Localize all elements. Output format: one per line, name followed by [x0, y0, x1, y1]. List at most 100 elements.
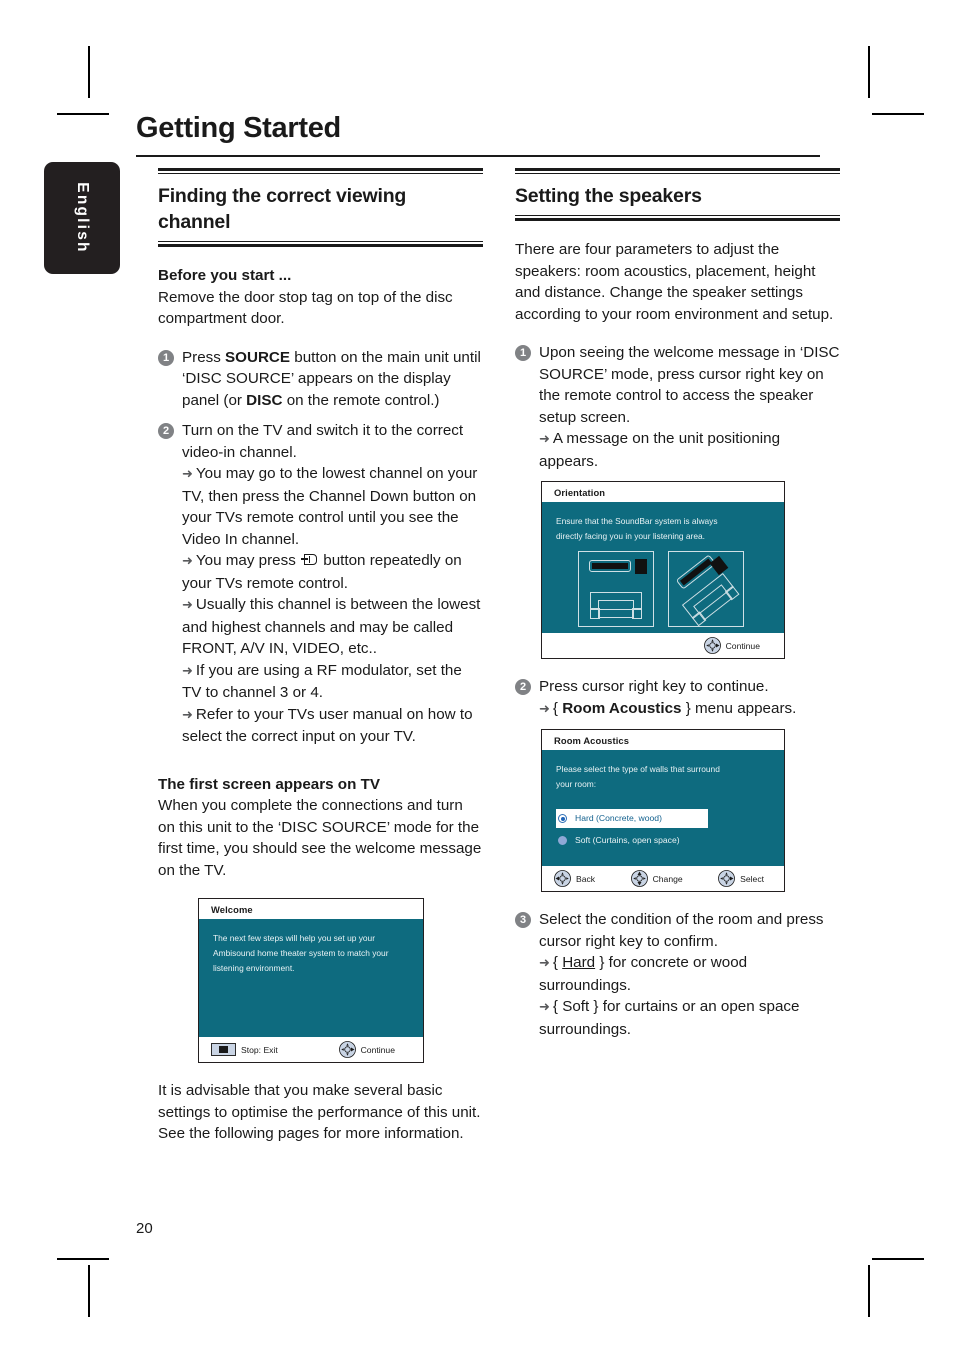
step-number-badge: 1: [158, 349, 174, 366]
dpad-left-icon: [554, 870, 571, 887]
arrow-bullet-icon: ➜: [539, 701, 550, 717]
page-number: 20: [136, 1220, 153, 1237]
crop-mark-top-left-v: [88, 46, 90, 98]
left-step-2: 2 Turn on the TV and switch it to the co…: [158, 420, 483, 748]
stop-icon: [211, 1043, 236, 1056]
left-section-heading: Finding the correct viewing channel: [158, 185, 407, 233]
select-label: Select: [740, 873, 765, 884]
orientation-diagram-straight: [578, 551, 654, 627]
dpad-right-icon: [718, 870, 736, 887]
right-step-2-bullet-pre: {: [552, 699, 563, 717]
soundbar-shape: [589, 560, 631, 572]
crop-mark-top-left-h: [57, 113, 109, 115]
step-number-badge: 3: [515, 912, 531, 928]
arrow-bullet-icon: ➜: [539, 956, 550, 971]
option-hard[interactable]: Hard (Concrete, wood): [556, 809, 708, 828]
section-rule-bottom-right: [515, 215, 840, 221]
tv-block-shape: [635, 559, 647, 574]
arrow-bullet-icon: ➜: [182, 598, 193, 613]
section-rule-top-right: [515, 168, 840, 174]
arrow-bullet-icon: ➜: [182, 663, 193, 679]
title-divider: [136, 155, 820, 157]
orientation-screen-title: Orientation: [542, 482, 784, 502]
section-rule-bottom-left: [158, 241, 483, 247]
first-screen-text: When you complete the connections and tu…: [158, 797, 482, 879]
option-hard-label: Hard (Concrete, wood): [575, 813, 662, 823]
crop-mark-bottom-right-v: [868, 1265, 870, 1317]
stop-exit-action[interactable]: Stop: Exit: [211, 1043, 278, 1056]
change-label: Change: [652, 873, 683, 884]
language-tab-label: English: [74, 182, 91, 254]
hard-keyword: Hard: [562, 954, 596, 971]
option-soft[interactable]: Soft (Curtains, open space): [556, 831, 708, 850]
continue-action[interactable]: Continue: [338, 1041, 395, 1058]
welcome-line-2: Ambisound home theater system to match y…: [213, 948, 389, 958]
right-section-heading: Setting the speakers: [515, 185, 702, 207]
arrow-bullet-icon: ➜: [539, 432, 550, 447]
left-step-1-part-a: Press: [182, 348, 226, 366]
arrow-bullet-icon: ➜: [182, 554, 193, 569]
right-column: Setting the speakers There are four para…: [515, 168, 840, 1040]
left-step-1-part-c: on the remote control.): [282, 391, 440, 409]
welcome-line-3: listening environment.: [213, 963, 295, 973]
before-you-start-heading: Before you start ...: [158, 267, 292, 284]
back-action[interactable]: Back: [554, 870, 595, 887]
before-you-start-text: Remove the door stop tag on top of the d…: [158, 288, 453, 328]
step-number-badge: 2: [158, 423, 174, 439]
room-acoustics-screen-body: Please select the type of walls that sur…: [542, 750, 784, 866]
welcome-line-1: The next few steps will help you set up …: [213, 933, 375, 943]
left-step-2-bullet-2-pre: You may press: [195, 552, 301, 569]
orientation-line-1: Ensure that the SoundBar system is alway…: [556, 516, 718, 526]
right-step-3-soft: { Soft } for curtains or an open space s…: [539, 998, 800, 1038]
aux-input-icon: [301, 554, 318, 566]
right-intro-text: There are four parameters to adjust the …: [515, 241, 834, 323]
change-action[interactable]: Change: [630, 870, 683, 887]
crop-mark-top-right-h: [872, 113, 924, 115]
right-step-3-text: Select the condition of the room and pre…: [539, 911, 824, 950]
crop-mark-top-right-v: [868, 46, 870, 98]
orientation-screen-body: Ensure that the SoundBar system is alway…: [542, 502, 784, 633]
back-label: Back: [576, 873, 596, 884]
room-acoustics-line-2: your room:: [556, 779, 597, 789]
welcome-screen-body: The next few steps will help you set up …: [199, 919, 423, 1037]
left-closing-text: It is advisable that you make several ba…: [158, 1082, 481, 1142]
room-acoustics-screen-footer: Back Change Select: [542, 866, 784, 891]
arrow-bullet-icon: ➜: [539, 1000, 550, 1015]
first-screen-heading: The first screen appears on TV: [158, 775, 380, 793]
orientation-screen-footer: Continue: [542, 633, 784, 658]
dpad-right-icon: [703, 637, 721, 654]
radio-unselected-icon: [558, 836, 567, 845]
arrow-bullet-icon: ➜: [182, 467, 193, 482]
step-number-badge: 2: [515, 679, 531, 695]
room-acoustics-screen-title: Room Acoustics: [542, 730, 784, 750]
source-button-keyword: SOURCE: [225, 348, 291, 366]
select-action[interactable]: Select: [718, 870, 764, 887]
welcome-screen-mockup: Welcome The next few steps will help you…: [198, 898, 424, 1063]
right-step-1-text: Upon seeing the welcome message in ‘DISC…: [539, 344, 840, 426]
welcome-screen-footer: Stop: Exit Continue: [199, 1037, 423, 1062]
right-step-3: 3 Select the condition of the room and p…: [515, 909, 840, 1040]
left-step-2-bullet-1: You may go to the lowest channel on your…: [182, 465, 478, 548]
crop-mark-bottom-left-v: [88, 1265, 90, 1317]
language-tab: English: [44, 162, 120, 274]
orientation-diagrams: [578, 551, 770, 627]
sofa-shape: [590, 592, 642, 620]
page-title: Getting Started: [136, 112, 341, 144]
welcome-screen-title: Welcome: [199, 899, 423, 919]
step-number-badge: 1: [515, 345, 531, 361]
room-acoustics-screen-mockup: Room Acoustics Please select the type of…: [541, 729, 785, 892]
left-step-2-bullet-3: Usually this channel is between the lowe…: [182, 596, 481, 657]
right-step-2-text: Press cursor right key to continue.: [539, 678, 769, 695]
option-soft-label: Soft (Curtains, open space): [575, 835, 680, 845]
orientation-line-2: directly facing you in your listening ar…: [556, 531, 705, 541]
disc-button-keyword: DISC: [246, 391, 283, 409]
orientation-diagram-angled: [668, 551, 744, 627]
left-column: Finding the correct viewing channel Befo…: [158, 168, 483, 1145]
orientation-continue-action[interactable]: Continue: [703, 637, 760, 654]
right-step-2-bullet-post: } menu appears.: [681, 699, 797, 717]
radio-selected-icon: [558, 814, 567, 823]
arrow-bullet-icon: ➜: [182, 707, 193, 723]
left-step-2-bullet-5: Refer to your TVs user manual on how to …: [182, 705, 473, 746]
left-step-2-text: Turn on the TV and switch it to the corr…: [182, 422, 464, 461]
room-acoustics-keyword: Room Acoustics: [562, 699, 682, 717]
